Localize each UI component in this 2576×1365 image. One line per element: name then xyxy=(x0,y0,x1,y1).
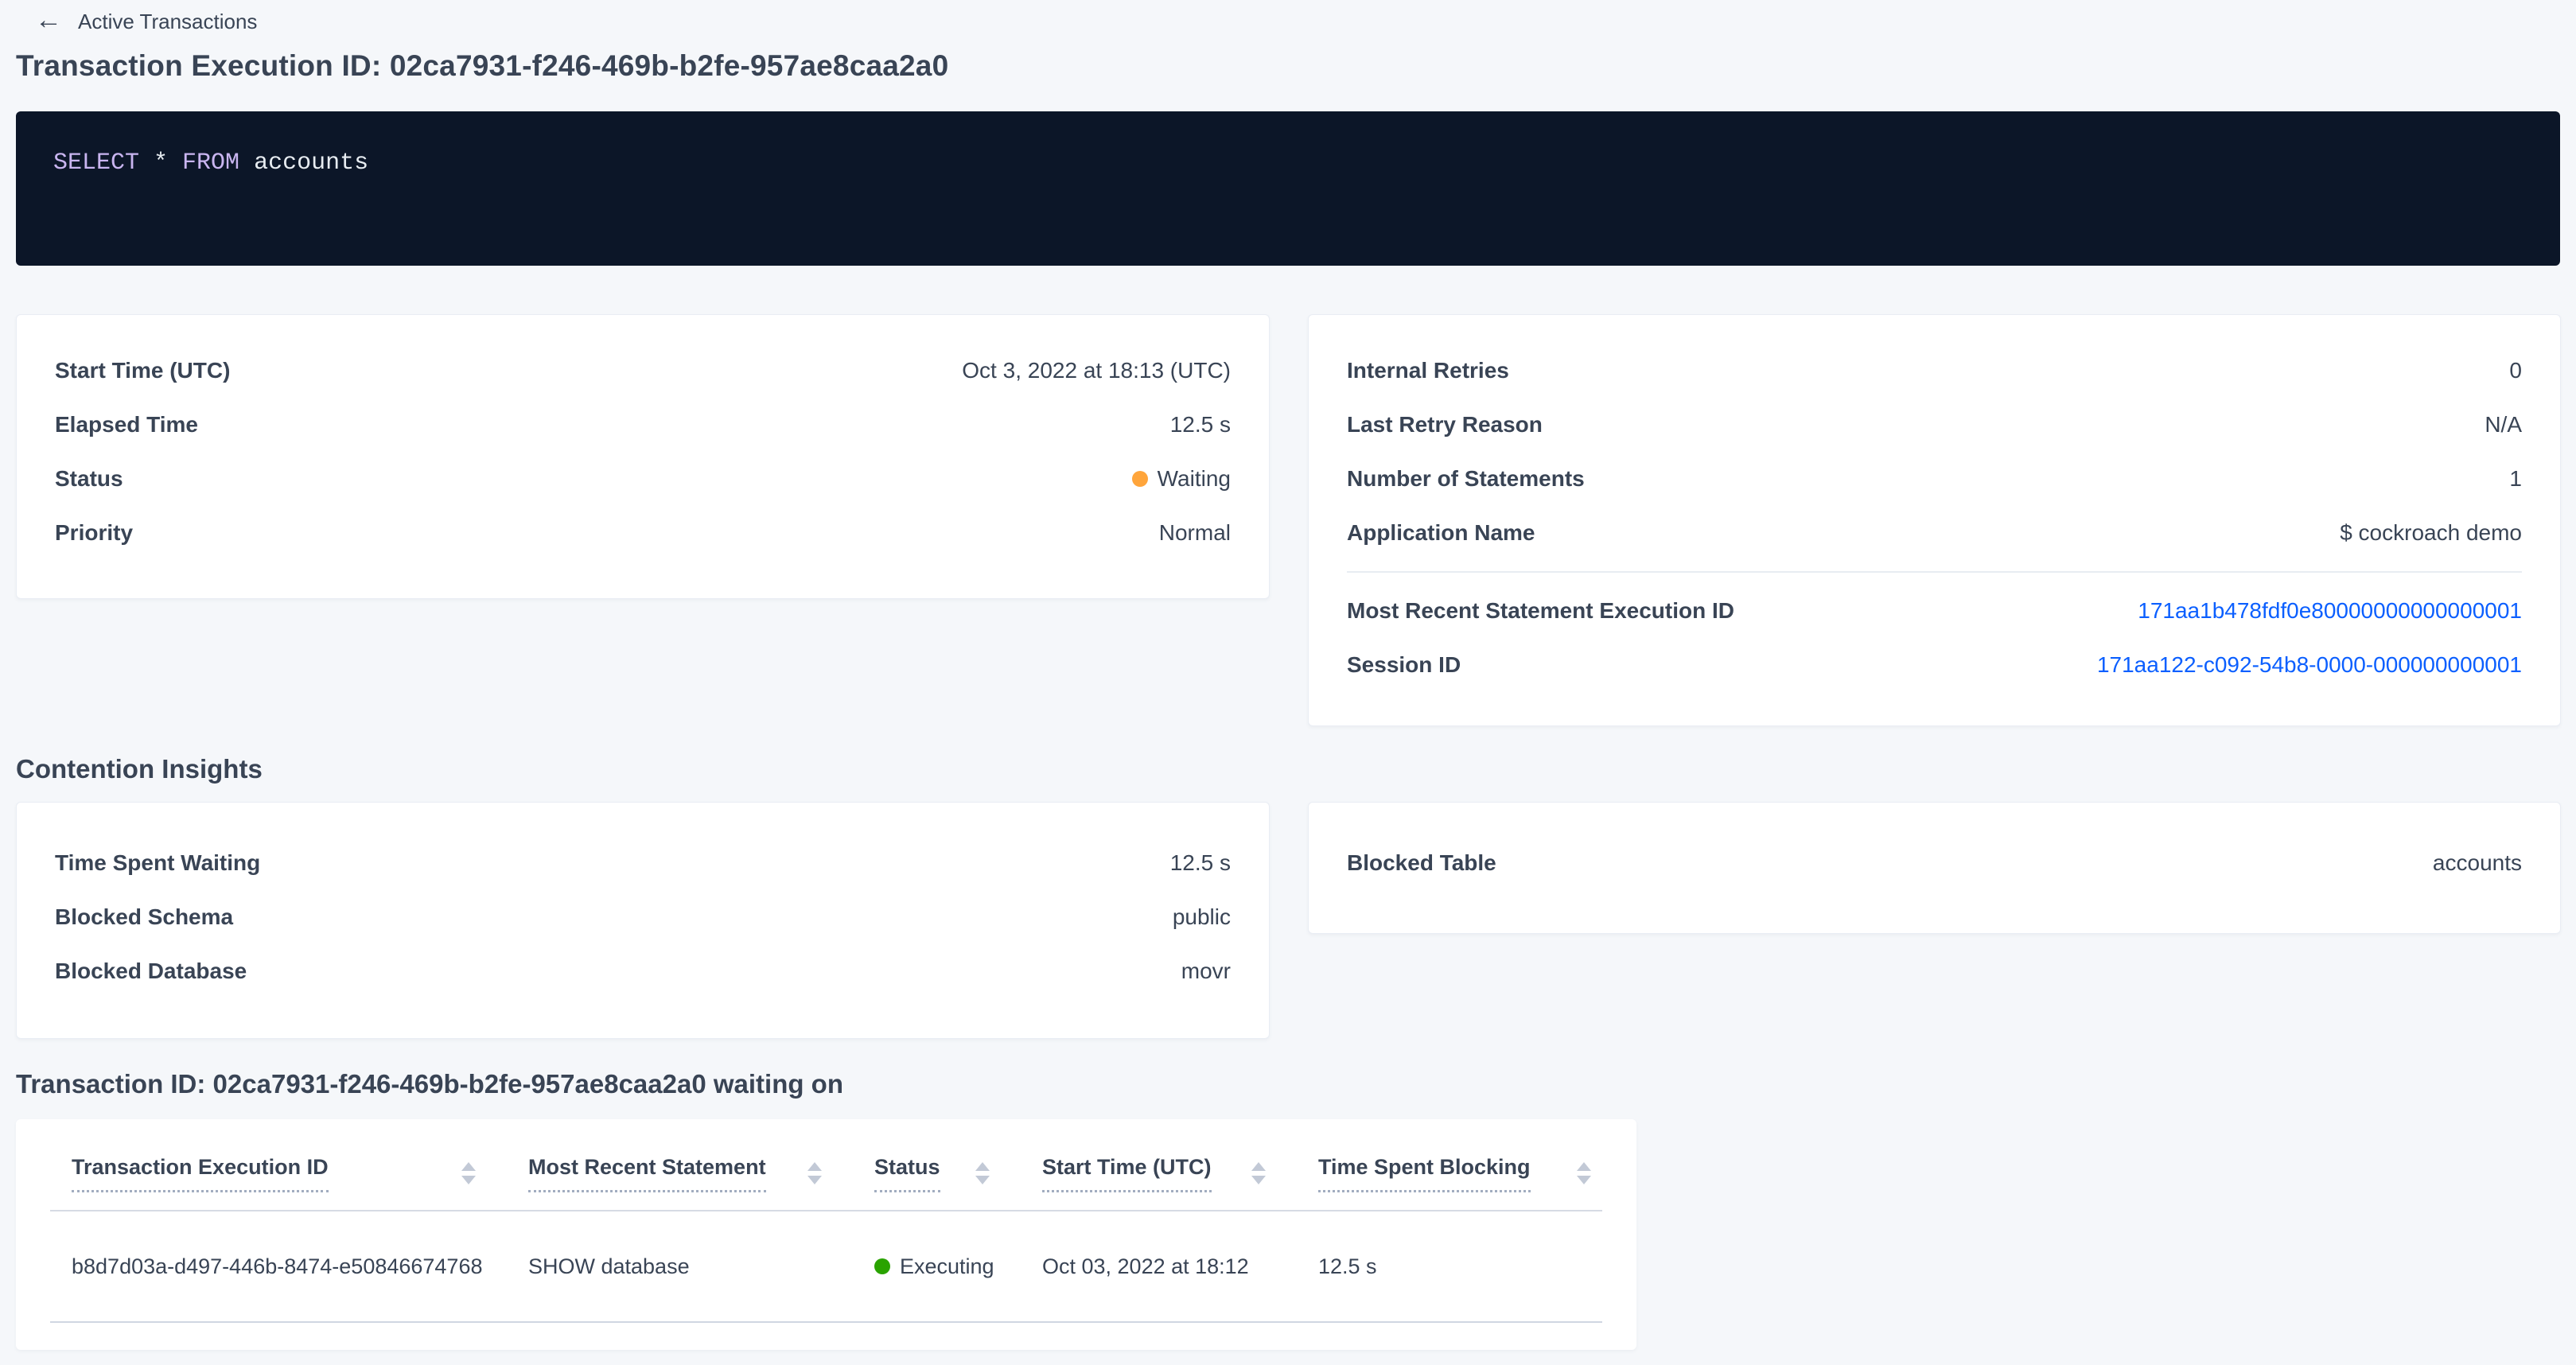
column-header-start-time[interactable]: Start Time (UTC) xyxy=(1042,1154,1318,1192)
sort-down-icon xyxy=(1577,1176,1591,1184)
summary-label: Blocked Table xyxy=(1347,850,1496,876)
card-divider xyxy=(1347,571,2522,573)
column-header-label[interactable]: Status xyxy=(874,1154,940,1192)
summary-row: Priority Normal xyxy=(17,506,1269,560)
status-badge: Waiting xyxy=(1132,466,1231,492)
summary-row: Most Recent Statement Execution ID 171aa… xyxy=(1309,584,2560,638)
waiting-status-dot-icon xyxy=(1132,471,1148,487)
summary-row: Blocked Database movr xyxy=(17,944,1269,998)
summary-value: 1 xyxy=(2509,466,2522,492)
summary-label: Number of Statements xyxy=(1347,466,1585,492)
summary-label: Start Time (UTC) xyxy=(55,358,230,383)
summary-label: Last Retry Reason xyxy=(1347,412,1543,438)
session-id-link[interactable]: 171aa122-c092-54b8-0000-000000000001 xyxy=(2097,652,2522,678)
summary-row: Time Spent Waiting 12.5 s xyxy=(17,836,1269,890)
summary-row: Session ID 171aa122-c092-54b8-0000-00000… xyxy=(1309,638,2560,692)
overview-card-left: Start Time (UTC) Oct 3, 2022 at 18:13 (U… xyxy=(16,314,1270,599)
summary-row: Elapsed Time 12.5 s xyxy=(17,398,1269,452)
table-header-row: Transaction Execution ID Most Recent Sta… xyxy=(50,1119,1602,1211)
summary-row: Blocked Table accounts xyxy=(1309,836,2560,890)
summary-value: N/A xyxy=(2485,412,2522,438)
contention-insights-heading: Contention Insights xyxy=(16,754,263,784)
summary-value: 0 xyxy=(2509,358,2522,383)
waiting-on-heading: Transaction ID: 02ca7931-f246-469b-b2fe-… xyxy=(16,1069,843,1099)
summary-value: public xyxy=(1173,904,1231,930)
summary-label: Session ID xyxy=(1347,652,1461,678)
summary-value: accounts xyxy=(2433,850,2522,876)
summary-row: Last Retry Reason N/A xyxy=(1309,398,2560,452)
column-header-label[interactable]: Start Time (UTC) xyxy=(1042,1154,1212,1192)
sort-down-icon xyxy=(461,1176,476,1184)
cell-time-spent-blocking: 12.5 s xyxy=(1318,1254,1602,1279)
summary-label: Elapsed Time xyxy=(55,412,198,438)
statement-execution-id-link[interactable]: 171aa1b478fdf0e80000000000000001 xyxy=(2138,598,2522,624)
summary-label: Blocked Database xyxy=(55,959,247,984)
sort-up-icon xyxy=(1577,1162,1591,1171)
column-header-time-spent-blocking[interactable]: Time Spent Blocking xyxy=(1318,1154,1602,1192)
sort-down-icon xyxy=(975,1176,990,1184)
cell-status: Executing xyxy=(874,1254,1042,1279)
column-header-label[interactable]: Most Recent Statement xyxy=(528,1154,766,1192)
summary-label: Internal Retries xyxy=(1347,358,1509,383)
summary-row: Internal Retries 0 xyxy=(1309,344,2560,398)
column-header-status[interactable]: Status xyxy=(874,1154,1042,1192)
page-title: Transaction Execution ID: 02ca7931-f246-… xyxy=(16,49,948,83)
cell-transaction-execution-id: b8d7d03a-d497-446b-8474-e50846674768 xyxy=(50,1254,528,1279)
sql-keyword-select: SELECT xyxy=(53,150,139,177)
sort-down-icon xyxy=(1251,1176,1266,1184)
column-header-label[interactable]: Transaction Execution ID xyxy=(72,1154,329,1192)
summary-label: Most Recent Statement Execution ID xyxy=(1347,598,1734,624)
back-link-active-transactions[interactable]: ← Active Transactions xyxy=(35,8,257,35)
back-arrow-icon: ← xyxy=(35,6,62,33)
summary-value: 12.5 s xyxy=(1170,412,1231,438)
sql-star: * xyxy=(139,150,182,177)
summary-value: movr xyxy=(1181,959,1231,984)
sort-up-icon xyxy=(975,1162,990,1171)
column-header-most-recent-statement[interactable]: Most Recent Statement xyxy=(528,1154,874,1192)
summary-row: Application Name $ cockroach demo xyxy=(1309,506,2560,560)
summary-row: Blocked Schema public xyxy=(17,890,1269,944)
summary-row: Number of Statements 1 xyxy=(1309,452,2560,506)
sort-icon[interactable] xyxy=(1577,1162,1591,1184)
sql-table-name: accounts xyxy=(239,150,368,177)
cell-most-recent-statement: SHOW database xyxy=(528,1254,874,1279)
summary-label: Status xyxy=(55,466,123,492)
transaction-details-page: ← Active Transactions Transaction Execut… xyxy=(0,0,2576,1365)
sort-icon[interactable] xyxy=(461,1162,476,1184)
sql-statement-text: SELECT * FROM accounts xyxy=(53,150,2528,177)
summary-row: Start Time (UTC) Oct 3, 2022 at 18:13 (U… xyxy=(17,344,1269,398)
summary-label: Blocked Schema xyxy=(55,904,233,930)
executing-status-dot-icon xyxy=(874,1258,890,1274)
contention-card-right: Blocked Table accounts xyxy=(1308,802,2561,934)
sort-icon[interactable] xyxy=(807,1162,822,1184)
sort-down-icon xyxy=(807,1176,822,1184)
sort-up-icon xyxy=(461,1162,476,1171)
summary-label: Priority xyxy=(55,520,133,546)
overview-card-right: Internal Retries 0 Last Retry Reason N/A… xyxy=(1308,314,2561,726)
summary-label: Time Spent Waiting xyxy=(55,850,260,876)
waiting-transactions-table: Transaction Execution ID Most Recent Sta… xyxy=(16,1119,1636,1350)
sql-keyword-from: FROM xyxy=(182,150,239,177)
sort-icon[interactable] xyxy=(975,1162,990,1184)
status-text: Waiting xyxy=(1158,466,1231,492)
summary-label: Application Name xyxy=(1347,520,1535,546)
column-header-transaction-execution-id[interactable]: Transaction Execution ID xyxy=(50,1154,528,1192)
breadcrumb-label: Active Transactions xyxy=(78,10,257,34)
sort-up-icon xyxy=(1251,1162,1266,1171)
summary-value: $ cockroach demo xyxy=(2340,520,2522,546)
summary-value: 12.5 s xyxy=(1170,850,1231,876)
sort-up-icon xyxy=(807,1162,822,1171)
summary-value: Normal xyxy=(1159,520,1231,546)
table-row: b8d7d03a-d497-446b-8474-e50846674768 SHO… xyxy=(50,1211,1602,1323)
status-text: Executing xyxy=(900,1254,994,1279)
cell-start-time: Oct 03, 2022 at 18:12 xyxy=(1042,1254,1318,1279)
summary-row: Status Waiting xyxy=(17,452,1269,506)
contention-card-left: Time Spent Waiting 12.5 s Blocked Schema… xyxy=(16,802,1270,1039)
sort-icon[interactable] xyxy=(1251,1162,1266,1184)
summary-value: Oct 3, 2022 at 18:13 (UTC) xyxy=(962,358,1231,383)
column-header-label[interactable]: Time Spent Blocking xyxy=(1318,1154,1531,1192)
sql-statement-box: SELECT * FROM accounts xyxy=(16,111,2560,266)
